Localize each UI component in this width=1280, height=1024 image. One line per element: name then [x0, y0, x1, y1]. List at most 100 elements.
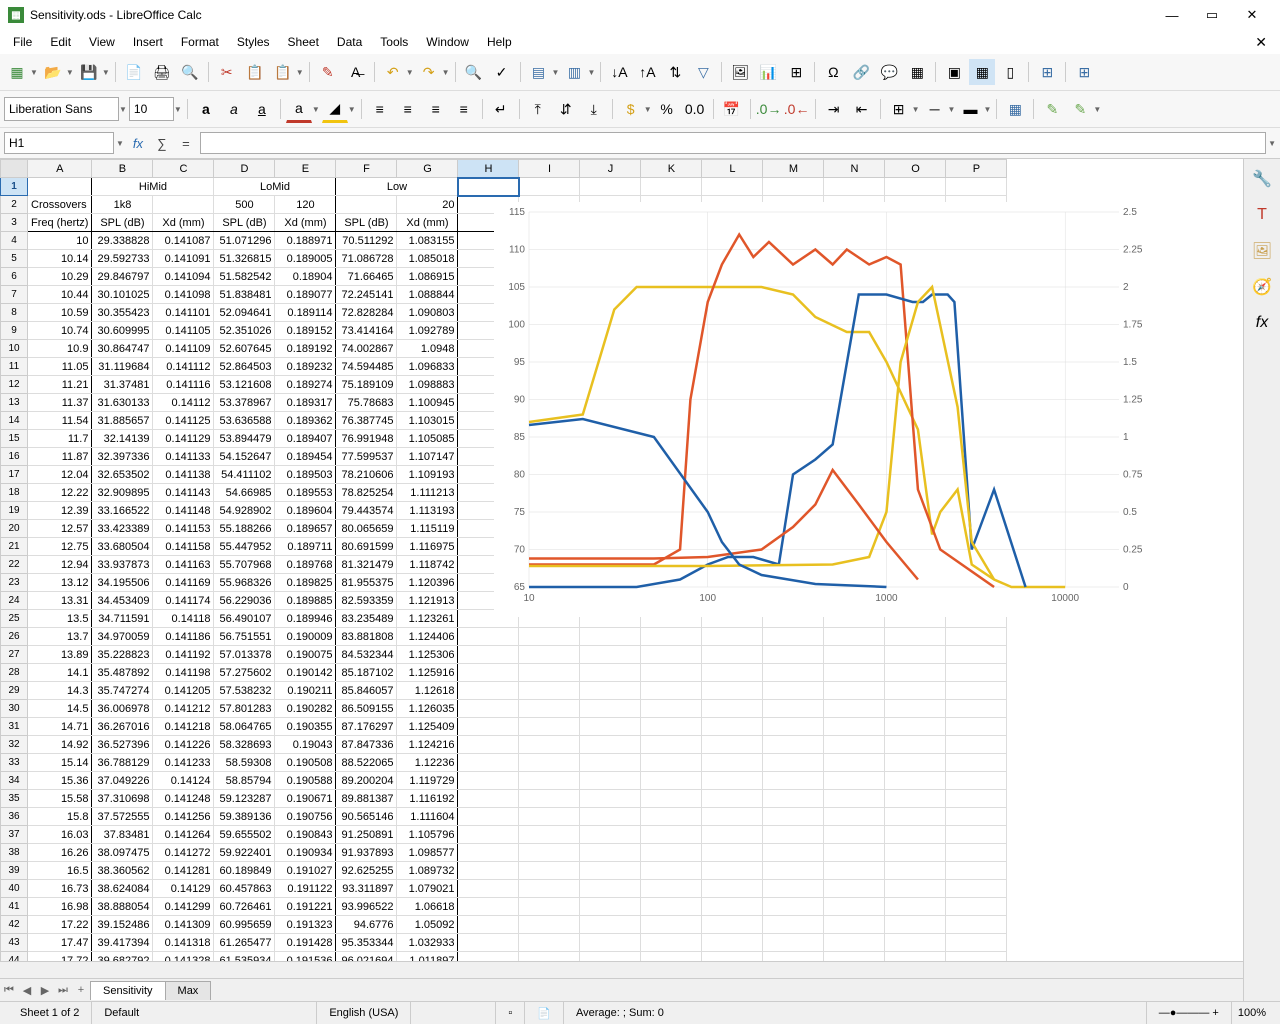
- spellcheck-icon[interactable]: ✓: [489, 59, 515, 85]
- row-header-35[interactable]: 35: [1, 790, 28, 808]
- align-justify-icon[interactable]: ≡: [451, 96, 477, 122]
- add-decimal-icon[interactable]: .0→: [756, 96, 782, 122]
- menu-format[interactable]: Format: [172, 32, 228, 52]
- sheet-tab-max[interactable]: Max: [165, 981, 212, 1000]
- row-header-24[interactable]: 24: [1, 592, 28, 610]
- cond-format-icon[interactable]: ✎: [1039, 96, 1065, 122]
- formula-input[interactable]: [200, 132, 1266, 154]
- menu-data[interactable]: Data: [328, 32, 371, 52]
- freeze-icon[interactable]: ▦: [969, 59, 995, 85]
- column-header-C[interactable]: C: [153, 160, 214, 178]
- column-header-A[interactable]: A: [28, 160, 92, 178]
- first-sheet-icon[interactable]: ⏮: [0, 984, 18, 997]
- menu-window[interactable]: Window: [417, 32, 478, 52]
- row-header-6[interactable]: 6: [1, 268, 28, 286]
- row-header-34[interactable]: 34: [1, 772, 28, 790]
- prev-sheet-icon[interactable]: ◀: [18, 984, 36, 997]
- border-color-icon[interactable]: ▬: [957, 96, 983, 122]
- row-header-9[interactable]: 9: [1, 322, 28, 340]
- save-icon[interactable]: 💾: [76, 59, 102, 85]
- row-header-31[interactable]: 31: [1, 718, 28, 736]
- clone-formatting-icon[interactable]: ✎: [315, 59, 341, 85]
- row-header-20[interactable]: 20: [1, 520, 28, 538]
- redo-icon[interactable]: ↷: [416, 59, 442, 85]
- row-header-15[interactable]: 15: [1, 430, 28, 448]
- menu-view[interactable]: View: [80, 32, 124, 52]
- row-header-27[interactable]: 27: [1, 646, 28, 664]
- row-header-13[interactable]: 13: [1, 394, 28, 412]
- column-header-B[interactable]: B: [92, 160, 153, 178]
- equals-icon[interactable]: =: [176, 133, 196, 153]
- underline-icon[interactable]: a: [249, 96, 275, 122]
- status-language[interactable]: English (USA): [317, 1002, 411, 1024]
- split-icon[interactable]: ▯: [997, 59, 1023, 85]
- column-header-F[interactable]: F: [336, 160, 397, 178]
- window-icon[interactable]: ⊞: [1034, 59, 1060, 85]
- menu-file[interactable]: File: [4, 32, 41, 52]
- headers-footers-icon[interactable]: ▦: [904, 59, 930, 85]
- row-header-7[interactable]: 7: [1, 286, 28, 304]
- undo-icon[interactable]: ↶: [380, 59, 406, 85]
- find-icon[interactable]: 🔍: [461, 59, 487, 85]
- row-header-33[interactable]: 33: [1, 754, 28, 772]
- row-header-1[interactable]: 1: [1, 178, 28, 196]
- next-sheet-icon[interactable]: ▶: [36, 984, 54, 997]
- zoom-slider[interactable]: —●——— +: [1147, 1002, 1232, 1024]
- row-header-19[interactable]: 19: [1, 502, 28, 520]
- row-header-38[interactable]: 38: [1, 844, 28, 862]
- percent-icon[interactable]: %: [654, 96, 680, 122]
- open-icon[interactable]: 📂: [40, 59, 66, 85]
- currency-icon[interactable]: $: [618, 96, 644, 122]
- horizontal-scrollbar[interactable]: [0, 961, 1243, 978]
- align-middle-icon[interactable]: ⇵: [553, 96, 579, 122]
- row-header-14[interactable]: 14: [1, 412, 28, 430]
- row-header-26[interactable]: 26: [1, 628, 28, 646]
- highlight-icon[interactable]: ◢: [322, 95, 348, 123]
- column-header-N[interactable]: N: [824, 160, 885, 178]
- comment-icon[interactable]: 💬: [876, 59, 902, 85]
- image-icon[interactable]: 🖼: [727, 59, 753, 85]
- row-header-23[interactable]: 23: [1, 574, 28, 592]
- row-header-8[interactable]: 8: [1, 304, 28, 322]
- row-header-44[interactable]: 44: [1, 952, 28, 962]
- column-icon[interactable]: ▥: [561, 59, 587, 85]
- define-print-area-icon[interactable]: ▣: [941, 59, 967, 85]
- functions-icon[interactable]: fx: [1250, 311, 1274, 335]
- row-header-37[interactable]: 37: [1, 826, 28, 844]
- row-header-16[interactable]: 16: [1, 448, 28, 466]
- row-header-28[interactable]: 28: [1, 664, 28, 682]
- column-header-J[interactable]: J: [580, 160, 641, 178]
- properties-icon[interactable]: 🔧: [1250, 167, 1274, 191]
- paste-icon[interactable]: 📋: [270, 59, 296, 85]
- minimize-button[interactable]: —: [1152, 1, 1192, 29]
- row-header-5[interactable]: 5: [1, 250, 28, 268]
- menu-insert[interactable]: Insert: [124, 32, 172, 52]
- menu-edit[interactable]: Edit: [41, 32, 80, 52]
- menu-sheet[interactable]: Sheet: [279, 32, 328, 52]
- menu-styles[interactable]: Styles: [228, 32, 279, 52]
- print-icon[interactable]: 🖨: [149, 59, 175, 85]
- gallery-icon[interactable]: 🖼: [1250, 239, 1274, 263]
- special-char-icon[interactable]: Ω: [820, 59, 846, 85]
- menu-help[interactable]: Help: [478, 32, 521, 52]
- column-header-M[interactable]: M: [763, 160, 824, 178]
- font-name-input[interactable]: [4, 97, 119, 121]
- close-button[interactable]: ✕: [1232, 1, 1272, 29]
- italic-icon[interactable]: a: [221, 96, 247, 122]
- column-header-H[interactable]: H: [458, 160, 519, 178]
- styles-icon[interactable]: ✎: [1067, 96, 1093, 122]
- align-center-icon[interactable]: ≡: [395, 96, 421, 122]
- sort-icon[interactable]: ⇅: [662, 59, 688, 85]
- function-wizard-icon[interactable]: fx: [128, 133, 148, 153]
- font-color-icon[interactable]: a: [286, 95, 312, 123]
- row-header-25[interactable]: 25: [1, 610, 28, 628]
- sheet-tab-sensitivity[interactable]: Sensitivity: [90, 981, 166, 1000]
- number-icon[interactable]: 0.0: [682, 96, 708, 122]
- wrap-text-icon[interactable]: ↵: [488, 96, 514, 122]
- status-insert-mode[interactable]: [411, 1002, 496, 1024]
- row-header-11[interactable]: 11: [1, 358, 28, 376]
- row-header-4[interactable]: 4: [1, 232, 28, 250]
- navigator-icon[interactable]: 🧭: [1250, 275, 1274, 299]
- date-icon[interactable]: 📅: [719, 96, 745, 122]
- row-header-40[interactable]: 40: [1, 880, 28, 898]
